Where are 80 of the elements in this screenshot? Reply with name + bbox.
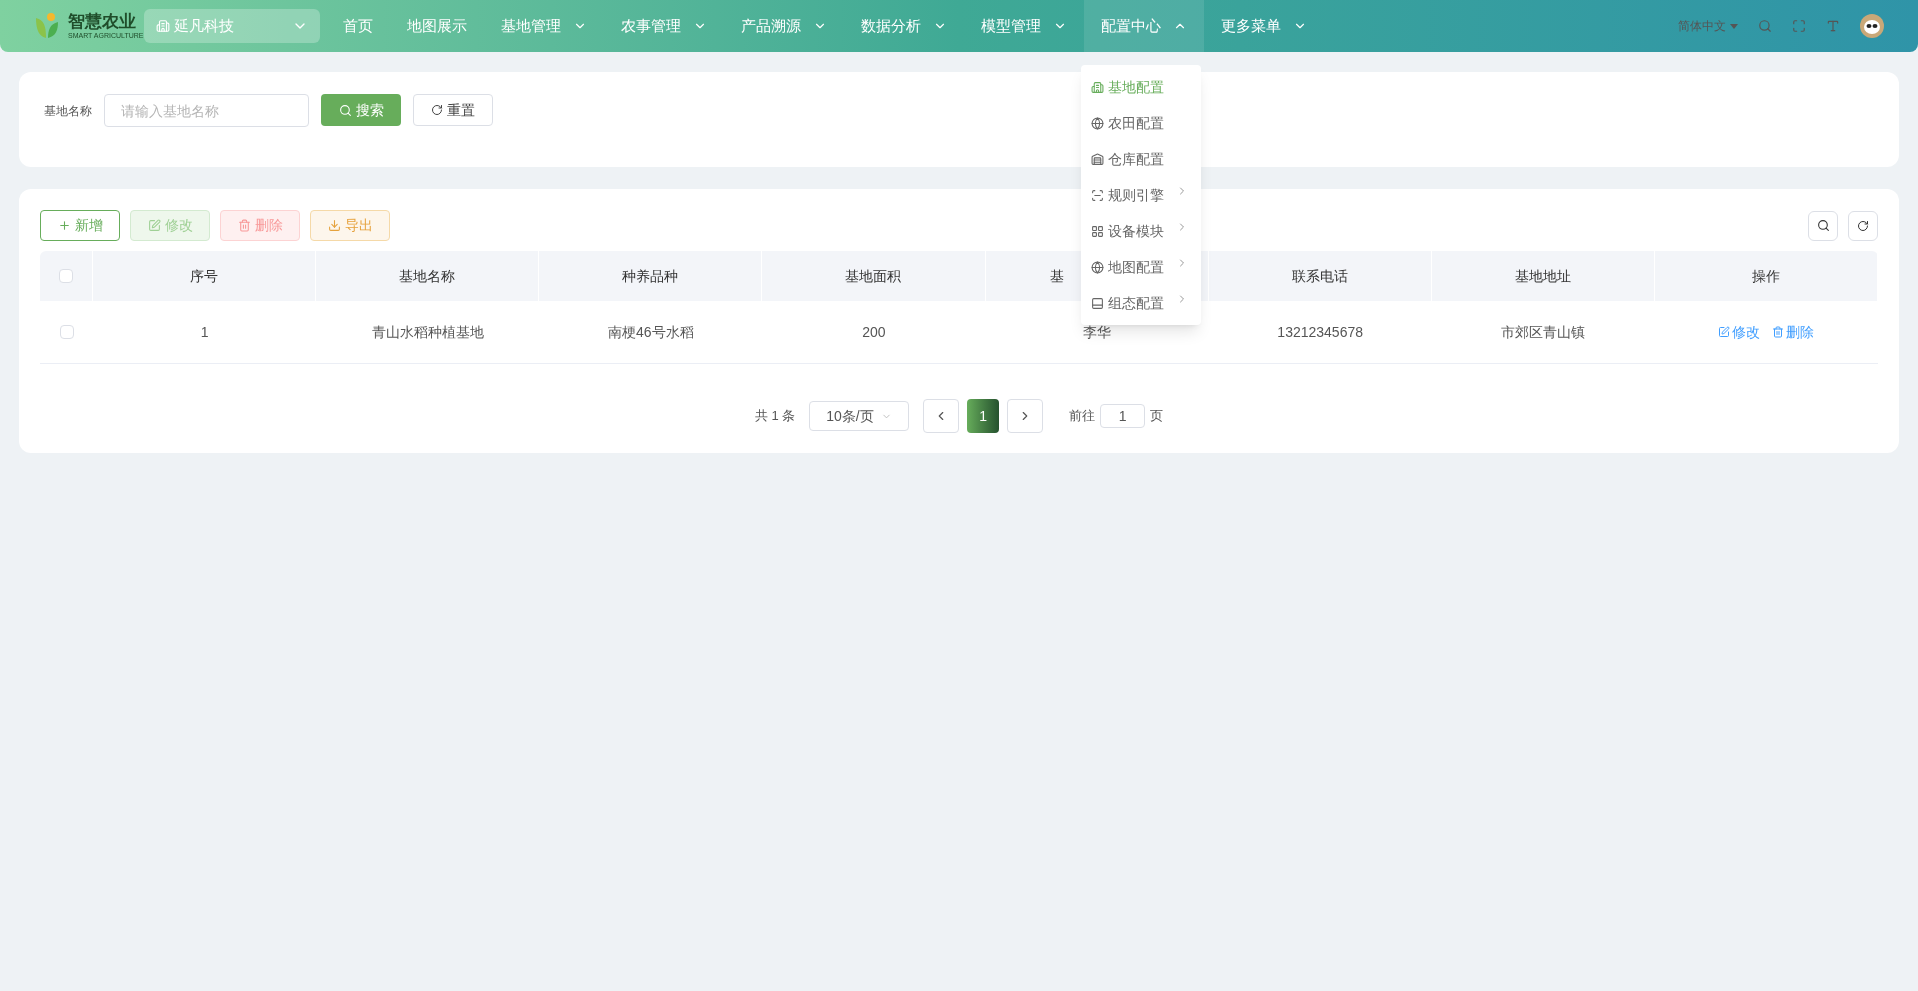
menu-item-icon [1091, 188, 1104, 202]
nav-menu-item[interactable]: 首页 [326, 0, 390, 52]
menu-item-icon [1091, 260, 1104, 274]
add-button[interactable]: 新增 [40, 210, 120, 241]
dropdown-item[interactable]: 地图配置 [1081, 249, 1201, 285]
search-icon [1816, 219, 1830, 232]
reset-button[interactable]: 重置 [413, 94, 493, 126]
goto-suffix: 页 [1150, 407, 1164, 426]
menu-item-icon [1091, 80, 1104, 94]
field-label: 基地名称 [44, 103, 92, 120]
table-cell-text: 13212345678 [1277, 322, 1363, 342]
menu-item-icon [1091, 296, 1104, 310]
row-checkbox[interactable] [59, 325, 74, 339]
dropdown-item[interactable]: 基地配置 [1081, 69, 1201, 105]
nav-menu-item[interactable]: 农事管理 [604, 0, 724, 52]
table-cell-text: 200 [862, 322, 886, 342]
column-header: 基地地址 [1514, 266, 1571, 286]
search-button[interactable]: 搜索 [321, 94, 401, 126]
previous-page-button[interactable] [923, 399, 960, 433]
button-icon [147, 219, 161, 232]
search-icon[interactable] [1758, 19, 1772, 33]
total-count: 共 1 条 [754, 407, 796, 426]
goto-label: 前往 [1069, 407, 1096, 426]
select-all-checkbox[interactable] [59, 269, 73, 283]
language-selector[interactable]: 简体中文 [1678, 17, 1738, 35]
edit-button[interactable]: 修改 [130, 210, 210, 241]
table-cell-text: 李华 [1083, 322, 1112, 342]
column-header: 联系电话 [1291, 266, 1348, 286]
menu-item-icon [1091, 116, 1104, 130]
refresh-icon [431, 104, 443, 116]
column-header: 基地名称 [399, 266, 456, 286]
nav-menu-item[interactable]: 基地管理 [484, 0, 604, 52]
button-icon [327, 219, 341, 232]
delete-button[interactable]: 删除 [220, 210, 300, 241]
nav-menu-item[interactable]: 地图展示 [390, 0, 484, 52]
caret-icon [1730, 23, 1738, 29]
column-header: 基地面积 [845, 266, 902, 286]
edit-link[interactable]: 修改 [1718, 321, 1761, 343]
logo-icon [34, 12, 60, 40]
nav-menu-item[interactable]: 模型管理 [964, 0, 1084, 52]
button-icon [1718, 326, 1731, 338]
search-toggle-button[interactable] [1808, 210, 1838, 241]
nav-menu-item[interactable]: 更多菜单 [1204, 0, 1324, 52]
nav-menu-item[interactable]: 数据分析 [844, 0, 964, 52]
search-icon [338, 103, 352, 117]
table-cell-text: 青山水稻种植基地 [371, 322, 484, 342]
dropdown-item[interactable]: 仓库配置 [1081, 141, 1201, 177]
dropdown-item[interactable]: 设备模块 [1081, 213, 1201, 249]
column-header: 操作 [1751, 266, 1780, 286]
page-button[interactable]: 1 [967, 399, 1000, 433]
export-button[interactable]: 导出 [310, 210, 390, 241]
font-size-icon[interactable] [1826, 19, 1840, 33]
menu-item-icon [1091, 152, 1104, 166]
table-cell-text: 市郊区青山镇 [1501, 322, 1586, 342]
avatar-icon[interactable] [1860, 14, 1884, 38]
fullscreen-icon[interactable] [1792, 19, 1806, 33]
menu-item-icon [1091, 224, 1104, 238]
delete-link[interactable]: 删除 [1772, 321, 1815, 343]
dropdown-item[interactable]: 规则引擎 [1081, 177, 1201, 213]
dropdown-item[interactable]: 农田配置 [1081, 105, 1201, 141]
column-header: 种养品种 [622, 266, 679, 286]
nav-menu-item[interactable]: 产品溯源 [724, 0, 844, 52]
organization-selector[interactable]: 延凡科技 [144, 9, 320, 43]
dropdown-item[interactable]: 组态配置 [1081, 285, 1201, 321]
column-header: 序号 [190, 266, 219, 286]
column-header: 基 [1049, 266, 1064, 286]
page-size-selector[interactable]: 10条/页 [809, 401, 910, 431]
goto-page-field[interactable]: 1 [1100, 404, 1146, 428]
table-cell-text: 南梗46号水稻 [608, 322, 694, 342]
refresh-button[interactable] [1848, 210, 1878, 241]
next-page-button[interactable] [1007, 399, 1044, 433]
button-icon [237, 219, 251, 232]
base-name-field[interactable]: 请输入基地名称 [104, 94, 309, 127]
table-cell-text: 1 [200, 322, 209, 342]
button-icon [57, 219, 71, 232]
button-icon [1772, 326, 1785, 338]
building-icon [156, 19, 170, 33]
refresh-icon [1857, 219, 1869, 232]
logo-title: 智慧农业 [68, 13, 137, 30]
nav-menu-item[interactable]: 配置中心 [1084, 0, 1204, 52]
